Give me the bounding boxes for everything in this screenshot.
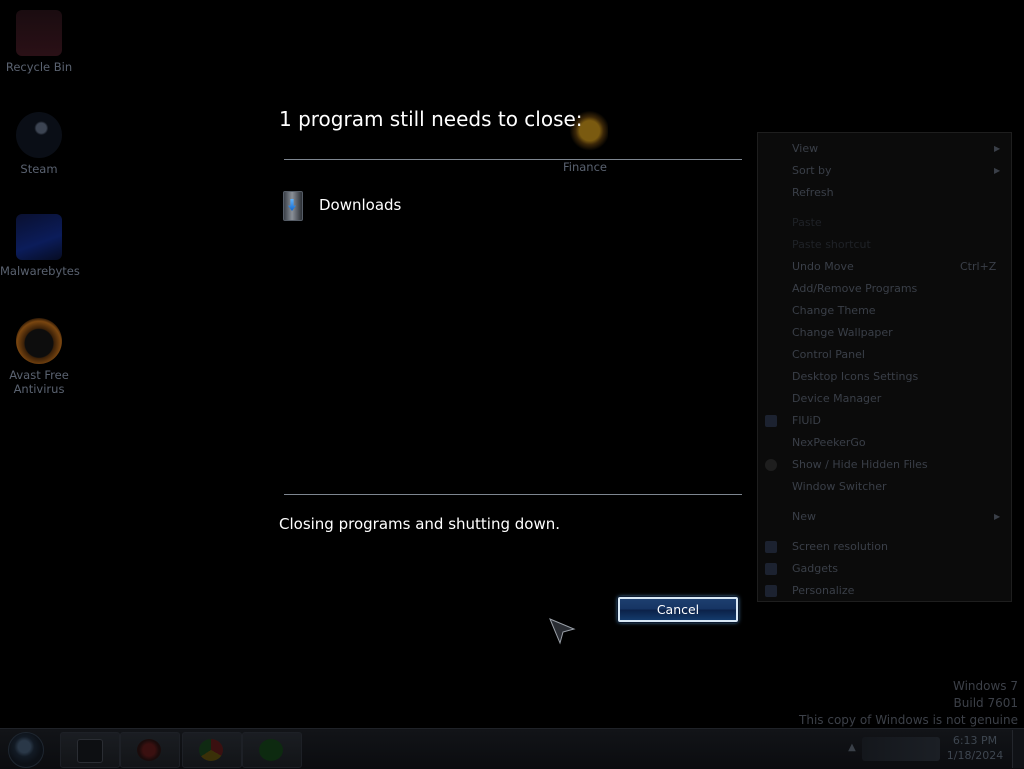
phone-icon [259,739,283,761]
context-menu-item-sort-by: Sort by ▶ [758,160,1011,182]
taskbar-button-phone [242,732,302,768]
system-tray-icons [862,737,940,761]
program-name: Downloads [319,196,402,214]
fluid-icon [765,415,777,427]
context-menu-item-paste: Paste [758,212,1011,234]
menu-separator [758,528,1011,536]
menu-item-label: NexPeekerGo [792,436,866,449]
context-menu-item-change-theme: Change Theme [758,300,1011,322]
menu-item-label: Desktop Icons Settings [792,370,919,383]
menu-item-label: Personalize [792,584,855,597]
windows-watermark: Windows 7 Build 7601 This copy of Window… [799,678,1018,729]
start-button [8,732,44,768]
show-desktop-button [1012,730,1024,768]
blocking-program-item: Downloads [279,189,401,221]
personalize-icon [765,585,777,597]
taskbar-clock: 6:13 PM 1/18/2024 [943,733,1007,763]
context-menu-item-device-manager: Device Manager [758,388,1011,410]
menu-item-label: Refresh [792,186,834,199]
menu-item-label: Sort by [792,164,832,177]
menu-item-label: Device Manager [792,392,882,405]
desktop-context-menu: View ▶ Sort by ▶ Refresh Paste Paste short… [757,132,1012,602]
submenu-arrow-icon: ▶ [994,144,1001,153]
context-menu-item-control-panel: Control Panel [758,344,1011,366]
desktop-icon-label: Steam [20,162,58,176]
folder-icon [77,739,103,763]
context-menu-item-screen-resolution: Screen resolution [758,536,1011,558]
context-menu-item-window-switcher: Window Switcher [758,476,1011,498]
context-menu-item-fluid: FlUiD [758,410,1011,432]
screen-resolution-icon [765,541,777,553]
menu-separator [758,204,1011,212]
taskbar-button-browser [182,732,242,768]
desktop-icon-malwarebytes: Malwarebytes [0,214,80,278]
download-manager-icon [279,190,305,221]
menu-item-label: Gadgets [792,562,839,575]
avast-icon [16,318,62,364]
menu-item-label: New [792,510,816,523]
context-menu-item-refresh: Refresh [758,182,1011,204]
desktop-icon-recycle-bin: Recycle Bin [0,10,78,74]
steam-icon [16,112,62,158]
taskbar-button-media-player [120,732,180,768]
menu-item-label: Paste shortcut [792,238,871,251]
clock-date: 1/18/2024 [946,749,1004,762]
menu-item-label: Change Wallpaper [792,326,893,339]
shutdown-status-text: Closing programs and shutting down. [279,515,560,533]
watermark-line: This copy of Windows is not genuine [799,713,1018,727]
menu-item-label: Show / Hide Hidden Files [792,458,928,471]
menu-item-label: Change Theme [792,304,876,317]
context-menu-item-personalize: Personalize [758,580,1011,602]
clock-time: 6:13 PM [952,734,998,747]
context-menu-item-add-remove-programs: Add/Remove Programs [758,278,1011,300]
malwarebytes-icon [16,214,62,260]
submenu-arrow-icon: ▶ [994,512,1001,521]
desktop-icon-label: Avast Free Antivirus [9,368,69,396]
context-menu-item-paste-shortcut: Paste shortcut [758,234,1011,256]
taskbar: ▲ 6:13 PM 1/18/2024 [0,728,1024,769]
menu-item-shortcut: Ctrl+Z [960,260,997,273]
menu-item-label: FlUiD [792,414,821,427]
context-menu-item-show-hide-hidden-files: Show / Hide Hidden Files [758,454,1011,476]
gadgets-icon [765,563,777,575]
watermark-line: Windows 7 [952,679,1018,693]
divider-top [284,159,742,160]
menu-item-label: View [792,142,819,155]
media-player-icon [137,739,161,761]
menu-item-label: Screen resolution [792,540,888,553]
context-menu-item-desktop-icons-settings: Desktop Icons Settings [758,366,1011,388]
browser-icon [199,739,223,761]
menu-item-label: Window Switcher [792,480,887,493]
divider-bottom [284,494,742,495]
context-menu-item-new: New ▶ [758,506,1011,528]
desktop-icon-avast: Avast Free Antivirus [0,318,78,396]
taskbar-button-explorer [60,732,120,768]
desktop-icon-label: Malwarebytes [0,264,80,278]
desktop-icon-steam: Steam [0,112,78,176]
mouse-cursor-icon [549,618,576,645]
hidden-files-icon [765,459,777,471]
context-menu-item-view: View ▶ [758,138,1011,160]
menu-separator [758,498,1011,506]
context-menu-item-undo-move: Undo Move Ctrl+Z [758,256,1011,278]
watermark-line: Build 7601 [953,696,1018,710]
menu-item-label: Control Panel [792,348,865,361]
context-menu-item-change-wallpaper: Change Wallpaper [758,322,1011,344]
menu-item-label: Add/Remove Programs [792,282,918,295]
chevron-up-icon: ▲ [848,742,856,753]
shutdown-title: 1 program still needs to close: [279,107,583,131]
desktop-icon-label: Finance [563,160,607,174]
recycle-bin-icon [16,10,62,56]
context-menu-item-nexpeekergo: NexPeekerGo [758,432,1011,454]
desktop-icon-label: Recycle Bin [5,60,73,74]
menu-item-label: Undo Move [792,260,854,273]
submenu-arrow-icon: ▶ [994,166,1001,175]
cancel-button[interactable]: Cancel [618,597,738,622]
menu-item-label: Paste [792,216,822,229]
context-menu-item-gadgets: Gadgets [758,558,1011,580]
